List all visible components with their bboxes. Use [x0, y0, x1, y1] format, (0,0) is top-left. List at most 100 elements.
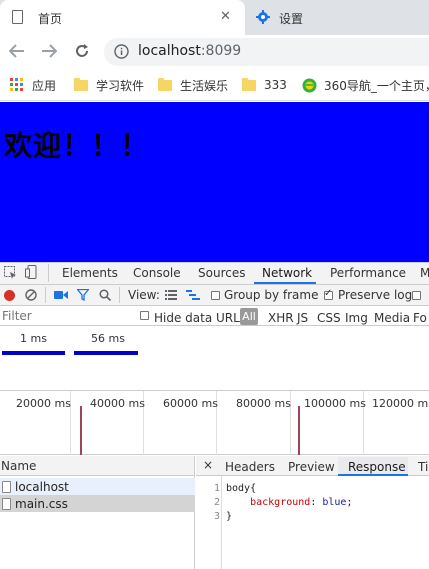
large-rows-icon[interactable] [165, 290, 177, 300]
gear-icon [256, 10, 270, 24]
page-heading: 欢迎！！！ [4, 129, 150, 162]
folder-icon [242, 77, 256, 91]
code-line: } [226, 511, 233, 522]
overview-bar [2, 351, 65, 355]
bookmark-label: 生活娱乐 [180, 78, 229, 93]
filter-type-xhr[interactable]: XHR [268, 311, 294, 325]
url-host: localhost [138, 43, 201, 59]
timeline-tick: 60000 ms [163, 397, 218, 410]
url-text[interactable]: localhost:8099 [138, 43, 241, 59]
devtools-tab-console[interactable]: Console [133, 266, 181, 280]
view-label: View: [128, 288, 160, 302]
bookmark-360[interactable]: 360导航_一个主页， [302, 76, 429, 94]
group-by-frame-checkbox[interactable] [211, 291, 220, 300]
tab-home[interactable]: 首页 ✕ [0, 0, 245, 35]
forward-arrow-icon[interactable] [41, 44, 57, 58]
detail-tab-response[interactable]: Response [348, 460, 406, 474]
folder-icon [158, 77, 172, 91]
request-name: localhost [15, 479, 69, 494]
disable-cache-checkbox[interactable] [412, 291, 421, 300]
record-icon[interactable] [4, 290, 15, 301]
inspect-element-icon[interactable] [4, 266, 17, 279]
detail-tab-timing[interactable]: Ti [418, 460, 428, 474]
preserve-log-checkbox[interactable] [324, 288, 333, 300]
timeline-tick: 40000 ms [90, 397, 145, 410]
360-logo-icon [302, 78, 317, 92]
network-overview [0, 326, 429, 391]
bookmark-apps[interactable]: 应用 [10, 76, 56, 94]
close-icon[interactable]: ✕ [220, 9, 231, 24]
load-event-marker [298, 406, 300, 455]
css-separator: : [310, 497, 323, 508]
overview-label: 1 ms [20, 332, 47, 345]
hide-data-urls-label: Hide data URLs [154, 311, 247, 325]
bookmark-folder-333[interactable]: 333 [242, 76, 287, 94]
video-capture-icon[interactable] [54, 290, 68, 300]
detail-tab-headers[interactable]: Headers [225, 460, 275, 474]
device-toolbar-icon[interactable] [25, 265, 37, 279]
document-icon [2, 497, 11, 510]
filter-type-js[interactable]: JS [297, 311, 308, 325]
active-tab-indicator [254, 282, 316, 284]
filter-type-img[interactable]: Img [345, 311, 368, 325]
css-terminator: ; [346, 497, 353, 508]
devtools-tab-network[interactable]: Network [262, 266, 312, 280]
devtools-tab-performance[interactable]: Performance [330, 266, 406, 280]
bookmark-folder-study[interactable]: 学习软件 [74, 76, 144, 94]
code-line: background: blue; [226, 497, 352, 508]
tab-settings[interactable]: 设置 [245, 0, 429, 35]
timeline-tick: 20000 ms [16, 397, 71, 410]
bookmark-folder-life[interactable]: 生活娱乐 [158, 76, 228, 94]
timeline-tick: 80000 ms [236, 397, 291, 410]
line-number: 3 [213, 511, 220, 522]
devtools-tab-sources[interactable]: Sources [198, 266, 245, 280]
devtools-tab-more[interactable]: M [420, 266, 429, 280]
back-arrow-icon[interactable] [9, 44, 25, 58]
divider [45, 287, 46, 303]
requests-header: Name [0, 456, 195, 476]
clear-icon[interactable] [25, 289, 37, 301]
bookmark-label: 学习软件 [96, 78, 145, 93]
group-by-frame-label: Group by frame [224, 288, 319, 302]
reload-icon[interactable] [74, 43, 90, 59]
timeline-tick: 120000 ms [372, 397, 429, 410]
page-icon [12, 10, 23, 24]
filter-type-media[interactable]: Media [374, 311, 410, 325]
timeline-tick: 100000 ms [304, 397, 366, 410]
filter-type-all[interactable]: All [240, 308, 258, 325]
bookmark-label: 应用 [32, 78, 57, 93]
load-event-marker [80, 406, 82, 455]
search-icon[interactable] [99, 289, 111, 301]
devtools-tab-elements[interactable]: Elements [62, 266, 118, 280]
detail-tab-preview[interactable]: Preview [288, 460, 335, 474]
filter-funnel-icon[interactable] [77, 289, 89, 301]
tab-title: 设置 [279, 12, 304, 26]
table-row[interactable]: localhost [0, 478, 195, 495]
waterfall-overview-icon[interactable] [186, 290, 200, 300]
apps-grid-icon [10, 78, 23, 91]
filter-type-css[interactable]: CSS [317, 311, 341, 325]
table-row[interactable]: main.css [0, 495, 195, 512]
tab-title: 首页 [38, 12, 63, 26]
line-number: 1 [213, 483, 220, 494]
divider [119, 287, 120, 303]
bookmark-label: 360导航_一个主页， [324, 78, 429, 93]
url-port: :8099 [200, 43, 242, 59]
preserve-log-label: Preserve log [338, 288, 413, 302]
hide-data-urls-checkbox[interactable] [140, 311, 149, 320]
filter-input[interactable] [0, 307, 130, 325]
filter-type-font[interactable]: Fo [413, 311, 427, 325]
divider [48, 264, 49, 282]
overview-bar [74, 351, 138, 355]
name-column-header[interactable]: Name [1, 459, 36, 473]
document-icon [2, 480, 11, 493]
css-value: blue [322, 497, 347, 508]
folder-icon [74, 77, 88, 91]
request-name: main.css [15, 496, 68, 511]
bookmark-label: 333 [264, 78, 287, 92]
overview-label: 56 ms [91, 332, 125, 345]
line-number: 2 [213, 497, 220, 508]
close-detail-icon[interactable]: × [203, 458, 213, 472]
css-property: background [250, 497, 311, 508]
info-icon[interactable] [114, 44, 129, 59]
